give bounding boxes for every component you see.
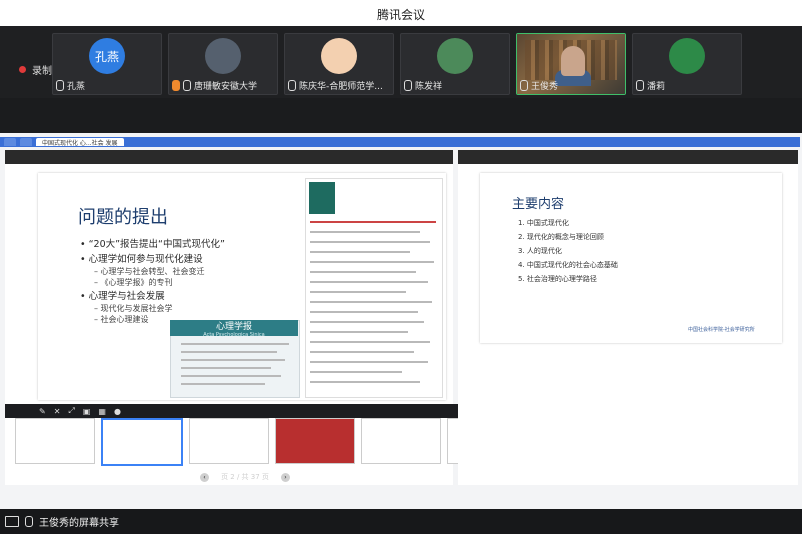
pen-icon[interactable]: ✎ <box>39 407 46 416</box>
slide-thumbnail[interactable] <box>15 418 95 464</box>
expand-icon[interactable]: ⤢ <box>68 406 74 416</box>
presentation-header <box>5 150 453 164</box>
image-icon[interactable]: ▣ <box>83 407 91 416</box>
window-titlebar: 腾讯会议 <box>0 0 802 26</box>
participant-name: 王俊秀 <box>531 82 559 92</box>
participant-name: 陈庆华-合肥师范学... <box>299 82 383 92</box>
slide-title: 问题的提出 <box>78 207 168 228</box>
journal-title: 心理学报 <box>215 321 252 332</box>
browser-tab-active[interactable]: 中国式现代化 心...社会 发展 <box>36 138 124 147</box>
participant-tile[interactable]: 孔燕 孔蒸 <box>52 33 162 95</box>
slide-thumbnails <box>15 418 493 466</box>
participant-name: 陈发祥 <box>415 82 443 92</box>
browser-tabs: 中国式现代化 心...社会 发展 <box>0 137 802 147</box>
microphone-icon <box>25 516 33 527</box>
agenda-item: 2. 现代化的概念与理论回顾 <box>518 233 604 241</box>
avatar <box>669 38 705 74</box>
sub-bullet-item: – 《心理学报》的专刊 <box>94 278 173 287</box>
sub-bullet-item: – 心理学与社会转型、社会变迁 <box>94 267 205 276</box>
screen-share-status[interactable]: 王俊秀的屏幕共享 <box>5 514 119 529</box>
browser-tab[interactable] <box>20 138 32 146</box>
avatar: 孔燕 <box>89 38 125 74</box>
participant-tile[interactable]: 陈发祥 <box>400 33 510 95</box>
institute-logo: 中国社会科学院-社会学研究所 <box>688 327 755 333</box>
window-title: 腾讯会议 <box>376 8 425 22</box>
microphone-icon <box>288 80 296 91</box>
microphone-icon <box>520 80 528 91</box>
grid-icon[interactable]: ▦ <box>98 407 106 416</box>
journal-banner: 心理学报 Acta Psychologica Sinica <box>170 320 298 338</box>
microphone-icon <box>183 80 191 91</box>
avatar <box>205 38 241 74</box>
slide-bullets: • “20大”报告提出“中国式现代化” • 心理学如何参与现代化建设 – 心理学… <box>80 236 225 325</box>
avatar <box>321 38 357 74</box>
person-head <box>561 46 585 76</box>
journal-cover-thumbnail <box>309 182 335 214</box>
journal-subtitle: Acta Psychologica Sinica <box>203 331 265 338</box>
recording-dot-icon <box>19 66 26 73</box>
slide-pager: ‹ 页 2 / 共 37 页 › <box>200 470 290 484</box>
next-slide-header <box>458 150 798 164</box>
microphone-icon <box>56 80 64 91</box>
agenda-item: 1. 中国式现代化 <box>518 219 569 227</box>
slide-thumbnail[interactable] <box>275 418 355 464</box>
next-slide-title: 主要内容 <box>512 197 565 212</box>
slide-thumbnail[interactable] <box>189 418 269 464</box>
bullet-item: • 心理学与社会发展 <box>80 291 165 302</box>
participant-name: 唐珊敏安徽大学 <box>194 82 258 92</box>
presentation-toolbar: ✎ ✕ ⤢ ▣ ▦ ● <box>5 404 487 418</box>
avatar <box>437 38 473 74</box>
previous-slide-icon[interactable]: ‹ <box>200 472 209 482</box>
microphone-icon <box>636 80 644 91</box>
participant-name: 潘莉 <box>647 82 666 92</box>
participant-tile-speaking[interactable]: 王俊秀 <box>516 33 626 95</box>
host-icon <box>172 80 180 91</box>
agenda-item: 5. 社会治理的心理学路径 <box>518 275 597 283</box>
slide-thumbnail[interactable] <box>361 418 441 464</box>
close-icon[interactable]: ✕ <box>54 407 61 416</box>
browser-tab[interactable] <box>4 138 16 146</box>
agenda-item: 3. 人的现代化 <box>518 247 562 255</box>
page-indicator: 页 2 / 共 37 页 <box>221 473 269 481</box>
sub-bullet-item: – 现代化与发展社会学 <box>94 304 173 313</box>
bottom-bar <box>0 509 802 534</box>
participant-tile[interactable]: 唐珊敏安徽大学 <box>168 33 278 95</box>
participant-tile[interactable]: 陈庆华-合肥师范学... <box>284 33 394 95</box>
next-slide-items: 1. 中国式现代化 2. 现代化的概念与理论回顾 3. 人的现代化 4. 中国式… <box>518 216 618 286</box>
more-icon[interactable]: ● <box>114 407 121 416</box>
microphone-icon <box>404 80 412 91</box>
bullet-item: • “20大”报告提出“中国式现代化” <box>80 239 225 250</box>
participant-tile[interactable]: 潘莉 <box>632 33 742 95</box>
bullet-item: • 心理学如何参与现代化建设 <box>80 254 203 265</box>
next-slide-icon[interactable]: › <box>280 472 290 482</box>
screen-share-label: 王俊秀的屏幕共享 <box>39 518 119 529</box>
screen-share-icon <box>5 516 19 527</box>
participant-name: 孔蒸 <box>67 82 86 92</box>
agenda-item: 4. 中国式现代化的社会心态基础 <box>518 261 618 269</box>
slide-thumbnail-selected[interactable] <box>101 418 183 466</box>
